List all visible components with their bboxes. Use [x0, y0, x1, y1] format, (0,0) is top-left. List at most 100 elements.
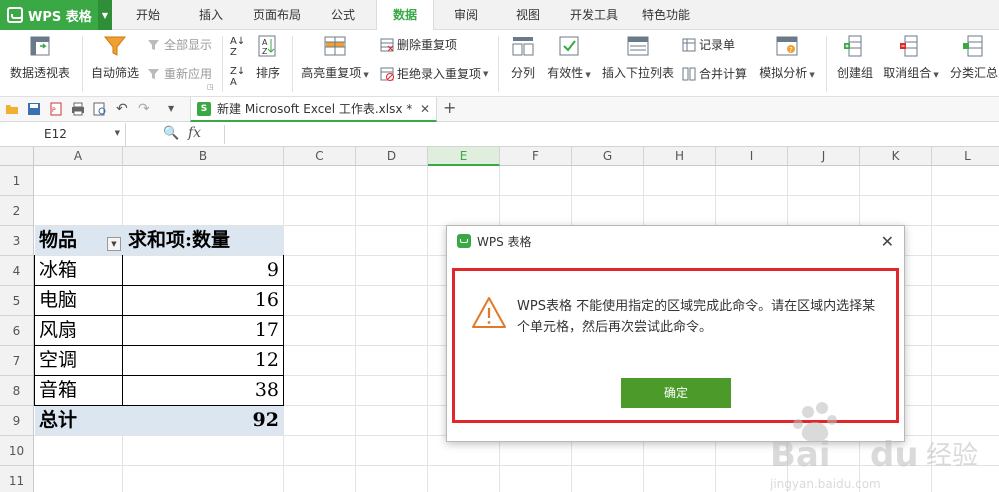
pivot-item-value[interactable]: 9 [267, 256, 279, 285]
ungroup-button[interactable]: 取消组合 ▼ [880, 34, 942, 81]
column-header-h[interactable]: H [644, 147, 716, 166]
save-icon[interactable] [27, 102, 41, 116]
function-fx-icon[interactable]: fx [188, 125, 201, 141]
gridline [427, 166, 428, 492]
formula-divider [224, 125, 225, 144]
row-header-8[interactable]: 8 [0, 376, 34, 406]
row-header-6[interactable]: 6 [0, 316, 34, 346]
pivot-table-button[interactable]: 数据透视表 [8, 34, 72, 81]
gridline [355, 166, 356, 492]
redo-icon[interactable]: ↷ [138, 102, 152, 116]
tab-home[interactable]: 开始 [122, 0, 174, 30]
subtotal-label: 分类汇总 [949, 66, 998, 80]
ribbon-divider [826, 36, 827, 92]
tab-special[interactable]: 特色功能 [636, 0, 696, 30]
new-tab-plus-icon[interactable]: + [443, 98, 456, 117]
what-if-analysis-icon: ? [775, 34, 799, 58]
undo-icon[interactable]: ↶ [116, 102, 130, 116]
insert-dropdown-list-button[interactable]: 插入下拉列表 [600, 34, 676, 81]
column-header-j[interactable]: J [788, 147, 860, 166]
validity-button[interactable]: 有效性 ▼ [544, 34, 594, 81]
what-if-analysis-button[interactable]: ? 模拟分析 ▼ [756, 34, 818, 81]
pivot-divider [122, 255, 123, 406]
tab-review[interactable]: 审阅 [442, 0, 490, 30]
print-icon[interactable] [71, 102, 85, 116]
column-header-i[interactable]: I [716, 147, 788, 166]
row-header-4[interactable]: 4 [0, 256, 34, 286]
customize-toolbar-icon[interactable]: ▼ [168, 102, 182, 116]
chevron-down-icon[interactable]: ▼ [98, 0, 112, 30]
column-header-k[interactable]: K [860, 147, 932, 166]
select-all-corner[interactable] [0, 147, 34, 166]
pivot-item-name[interactable]: 风扇 [39, 316, 77, 345]
row-header-1[interactable]: 1 [0, 166, 34, 196]
column-header-d[interactable]: D [356, 147, 428, 166]
row-header-11[interactable]: 11 [0, 466, 34, 492]
chevron-down-icon[interactable]: ▼ [115, 129, 120, 137]
close-tab-icon[interactable]: ✕ [420, 102, 430, 116]
dialog-title-bar[interactable]: WPS 表格 [447, 226, 904, 256]
pivot-item-value[interactable]: 38 [255, 376, 279, 405]
autofilter-button[interactable]: 自动筛选 [90, 34, 140, 81]
pivot-item-name[interactable]: 电脑 [39, 286, 77, 315]
column-header-c[interactable]: C [284, 147, 356, 166]
close-icon[interactable]: ✕ [881, 232, 894, 251]
tab-formula[interactable]: 公式 [318, 0, 368, 30]
column-header-f[interactable]: F [500, 147, 572, 166]
subtotal-button[interactable]: 分类汇总 [948, 34, 999, 81]
text-to-columns-button[interactable]: 分列 [504, 34, 542, 81]
column-header-b[interactable]: B [123, 147, 284, 166]
tab-developer[interactable]: 开发工具 [564, 0, 624, 30]
column-header-a[interactable]: A [34, 147, 123, 166]
export-pdf-icon[interactable]: P [49, 102, 63, 116]
subtotal-icon [962, 34, 986, 58]
sort-ascending-icon[interactable]: A↓ Z [230, 36, 245, 58]
show-all-button[interactable]: 全部显示 [147, 36, 212, 53]
pivot-item-name[interactable]: 空调 [39, 346, 77, 375]
open-folder-icon[interactable] [5, 102, 19, 116]
pivot-table-label: 数据透视表 [9, 66, 70, 80]
chevron-down-icon: ▼ [363, 71, 369, 79]
remove-duplicates-button[interactable]: 删除重复项 [380, 36, 457, 53]
pivot-header-sum[interactable]: 求和项:数量 [128, 226, 230, 255]
column-header-g[interactable]: G [572, 147, 644, 166]
tab-view[interactable]: 视图 [504, 0, 552, 30]
row-header-2[interactable]: 2 [0, 196, 34, 226]
tab-page-layout[interactable]: 页面布局 [246, 0, 308, 30]
name-box[interactable]: E12 ▼ [0, 123, 126, 146]
error-dialog: WPS 表格 ✕ WPS表格 不能使用指定的区域完成此命令。请在区域内选择某个单… [446, 225, 905, 442]
pivot-total-label[interactable]: 总计 [39, 406, 77, 435]
dialog-launcher-icon[interactable]: ◳ [207, 83, 214, 91]
reject-duplicates-button[interactable]: 拒绝录入重复项 ▼ [380, 65, 488, 82]
app-title: WPS 表格 [28, 9, 92, 25]
sort-button[interactable]: AZ 排序 [250, 34, 286, 81]
pivot-header-item[interactable]: 物品 [39, 226, 77, 255]
row-header-10[interactable]: 10 [0, 436, 34, 466]
row-header-7[interactable]: 7 [0, 346, 34, 376]
column-header-l[interactable]: L [932, 147, 999, 166]
app-menu-button[interactable]: WPS 表格 ▼ [0, 0, 112, 30]
pivot-item-value[interactable]: 12 [255, 346, 279, 375]
column-header-e[interactable]: E [428, 147, 500, 166]
sort-descending-icon[interactable]: Z↓ A [230, 66, 245, 88]
ok-button[interactable]: 确定 [621, 378, 731, 408]
highlight-duplicates-button[interactable]: 高亮重复项 ▼ [298, 34, 372, 81]
pivot-item-value[interactable]: 17 [255, 316, 279, 345]
tab-insert[interactable]: 插入 [186, 0, 236, 30]
row-header-3[interactable]: 3 [0, 226, 34, 256]
tab-data[interactable]: 数据 [376, 0, 434, 31]
record-form-button[interactable]: 记录单 [682, 36, 735, 53]
print-preview-icon[interactable] [93, 102, 107, 116]
pivot-total-value[interactable]: 92 [253, 406, 279, 435]
pivot-item-value[interactable]: 16 [255, 286, 279, 315]
create-group-button[interactable]: 创建组 [834, 34, 876, 81]
pivot-filter-dropdown-icon[interactable]: ▼ [107, 237, 121, 251]
pivot-item-name[interactable]: 音箱 [39, 376, 77, 405]
pivot-item-name[interactable]: 冰箱 [39, 256, 77, 285]
row-header-5[interactable]: 5 [0, 286, 34, 316]
consolidate-button[interactable]: 合并计算 [682, 65, 747, 82]
reapply-button[interactable]: 重新应用 [147, 65, 212, 82]
zoom-search-icon[interactable]: 🔍 [163, 126, 179, 141]
document-tab[interactable]: S 新建 Microsoft Excel 工作表.xlsx * ✕ [190, 97, 437, 122]
row-header-9[interactable]: 9 [0, 406, 34, 436]
